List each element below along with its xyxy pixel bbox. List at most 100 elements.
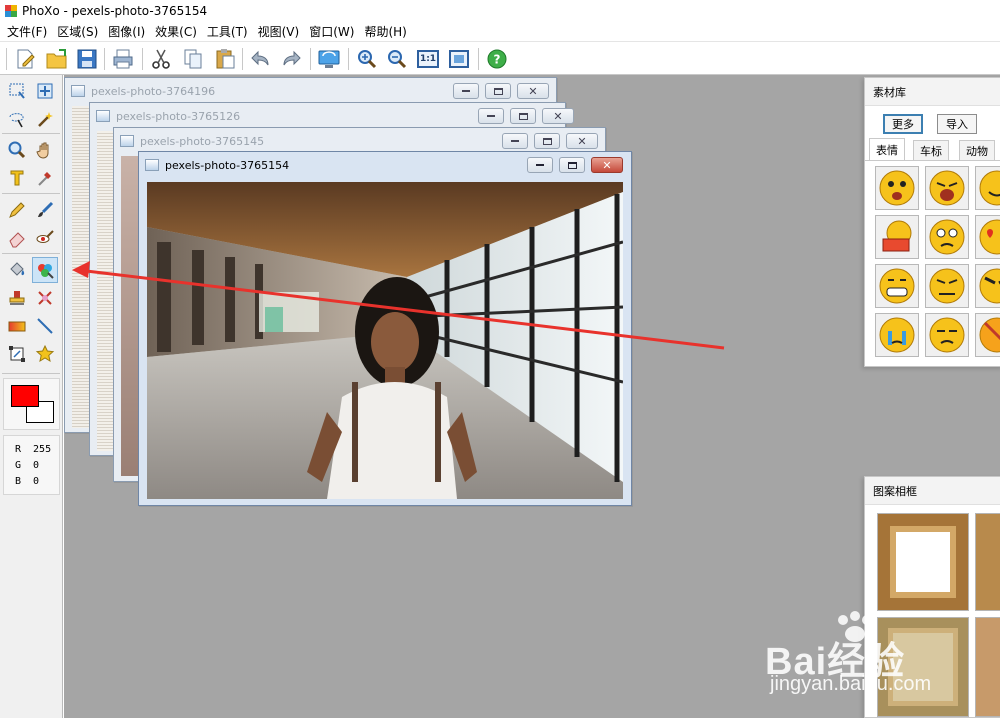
- rect-select-icon: [9, 83, 25, 99]
- color-fill-icon: [38, 264, 54, 279]
- menu-image[interactable]: 图像(I): [105, 23, 152, 40]
- emoji-grin[interactable]: [875, 264, 919, 308]
- move-icon: [37, 83, 53, 99]
- save-icon: [77, 49, 97, 69]
- save-button[interactable]: [74, 46, 100, 72]
- zoom-out-button[interactable]: [384, 46, 410, 72]
- angry-emoji-icon: [929, 268, 965, 304]
- undo-button[interactable]: [248, 46, 274, 72]
- redo-icon: [283, 50, 301, 66]
- watermark-url: jingyan.baidu.com: [770, 673, 932, 695]
- clone-stamp-icon: [9, 291, 25, 305]
- emoji-angry[interactable]: [925, 264, 969, 308]
- tool-pencil[interactable]: [4, 197, 30, 223]
- gradient-icon: [8, 321, 26, 332]
- eraser-icon: [9, 232, 25, 248]
- tool-hand[interactable]: [32, 137, 58, 163]
- tool-separator: [2, 133, 60, 134]
- emoji-reading[interactable]: [875, 215, 919, 259]
- menu-view[interactable]: 视图(V): [255, 23, 307, 40]
- tool-gradient[interactable]: [4, 313, 30, 339]
- star-shape-icon: [35, 344, 55, 363]
- tool-eraser[interactable]: [4, 225, 30, 251]
- tool-transform[interactable]: [4, 341, 30, 367]
- paste-icon: [216, 49, 235, 69]
- print-button[interactable]: [110, 46, 136, 72]
- screen-capture-icon: [318, 50, 340, 68]
- b-value: 0: [33, 476, 40, 487]
- emoji-smile-partial[interactable]: [975, 166, 1000, 210]
- zoom-in-button[interactable]: [354, 46, 380, 72]
- actual-size-button[interactable]: 1:1: [415, 46, 441, 72]
- foreground-color-swatch[interactable]: [11, 385, 39, 407]
- menu-help[interactable]: 帮助(H): [361, 23, 413, 40]
- emoji-love[interactable]: [975, 215, 1000, 259]
- tool-clone-stamp[interactable]: [4, 285, 30, 311]
- emoji-confused[interactable]: [925, 215, 969, 259]
- import-button[interactable]: 导入: [937, 114, 977, 134]
- tool-fill-bucket[interactable]: [4, 257, 30, 283]
- tab-car-logos[interactable]: 车标: [913, 140, 949, 160]
- emoji-annoyed[interactable]: [925, 313, 969, 357]
- tool-rect-select[interactable]: [4, 78, 30, 104]
- redo-button[interactable]: [278, 46, 304, 72]
- tool-star-shape[interactable]: [32, 341, 58, 367]
- new-file-button[interactable]: [12, 46, 38, 72]
- toolbar-separator: [104, 48, 105, 70]
- toolbar-separator: [348, 48, 349, 70]
- menu-file[interactable]: 文件(F): [4, 23, 54, 40]
- tool-magic-wand[interactable]: [32, 106, 58, 132]
- frames-panel-header: 图案相框: [865, 477, 1000, 505]
- fit-window-button[interactable]: [446, 46, 472, 72]
- tool-smudge[interactable]: [32, 285, 58, 311]
- frame-ornate-brown[interactable]: [877, 513, 969, 611]
- materials-panel-header: 素材库: [865, 78, 1000, 106]
- tab-emoji[interactable]: 表情: [869, 138, 905, 160]
- emoji-tears[interactable]: [875, 313, 919, 357]
- brush-icon: [38, 201, 54, 217]
- tool-move[interactable]: [32, 78, 58, 104]
- baidu-jingyan-watermark: Bai经验 jingyan.baidu.com: [765, 610, 990, 715]
- tool-line[interactable]: [32, 313, 58, 339]
- menu-region[interactable]: 区域(S): [54, 23, 105, 40]
- copy-button[interactable]: [180, 46, 206, 72]
- magic-wand-icon: [38, 112, 53, 127]
- tool-eyedropper[interactable]: [32, 165, 58, 191]
- emoji-mad[interactable]: [975, 264, 1000, 308]
- toolbar-separator: [310, 48, 311, 70]
- shocked-emoji-icon: [979, 317, 1000, 353]
- more-button[interactable]: 更多: [883, 114, 923, 134]
- tab-animals[interactable]: 动物: [959, 140, 995, 160]
- tool-brush[interactable]: [32, 197, 58, 223]
- open-button[interactable]: [44, 46, 70, 72]
- undo-icon: [251, 50, 269, 66]
- tool-panel: R 255 G0 B0: [0, 75, 63, 718]
- line-icon: [37, 318, 53, 334]
- app-title: PhoXo - pexels-photo-3765154: [22, 4, 208, 18]
- tool-lasso[interactable]: [4, 106, 30, 132]
- materials-panel: 素材库 更多 导入 表情 车标 动物: [864, 77, 1000, 367]
- tool-red-eye[interactable]: [32, 225, 58, 251]
- menu-tools[interactable]: 工具(T): [204, 23, 255, 40]
- emoji-crying[interactable]: [925, 166, 969, 210]
- menu-effects[interactable]: 效果(C): [152, 23, 204, 40]
- frame-partial[interactable]: [975, 513, 1000, 611]
- tool-zoom[interactable]: [4, 137, 30, 163]
- g-value: 0: [33, 460, 40, 471]
- help-button[interactable]: ?: [484, 46, 510, 72]
- zoom-icon: [8, 141, 26, 159]
- tears-emoji-icon: [879, 317, 915, 353]
- help-icon: ?: [487, 49, 507, 69]
- emoji-shocked[interactable]: [975, 313, 1000, 357]
- menu-window[interactable]: 窗口(W): [306, 23, 361, 40]
- paste-button[interactable]: [212, 46, 238, 72]
- pencil-icon: [9, 202, 25, 218]
- screen-capture-button[interactable]: [316, 46, 342, 72]
- tool-color-fill[interactable]: [32, 257, 58, 283]
- tab-divider: [865, 160, 1000, 161]
- cut-icon: [152, 49, 170, 69]
- emoji-surprised[interactable]: [875, 166, 919, 210]
- g-label: G: [15, 460, 22, 471]
- tool-text[interactable]: [4, 165, 30, 191]
- cut-button[interactable]: [148, 46, 174, 72]
